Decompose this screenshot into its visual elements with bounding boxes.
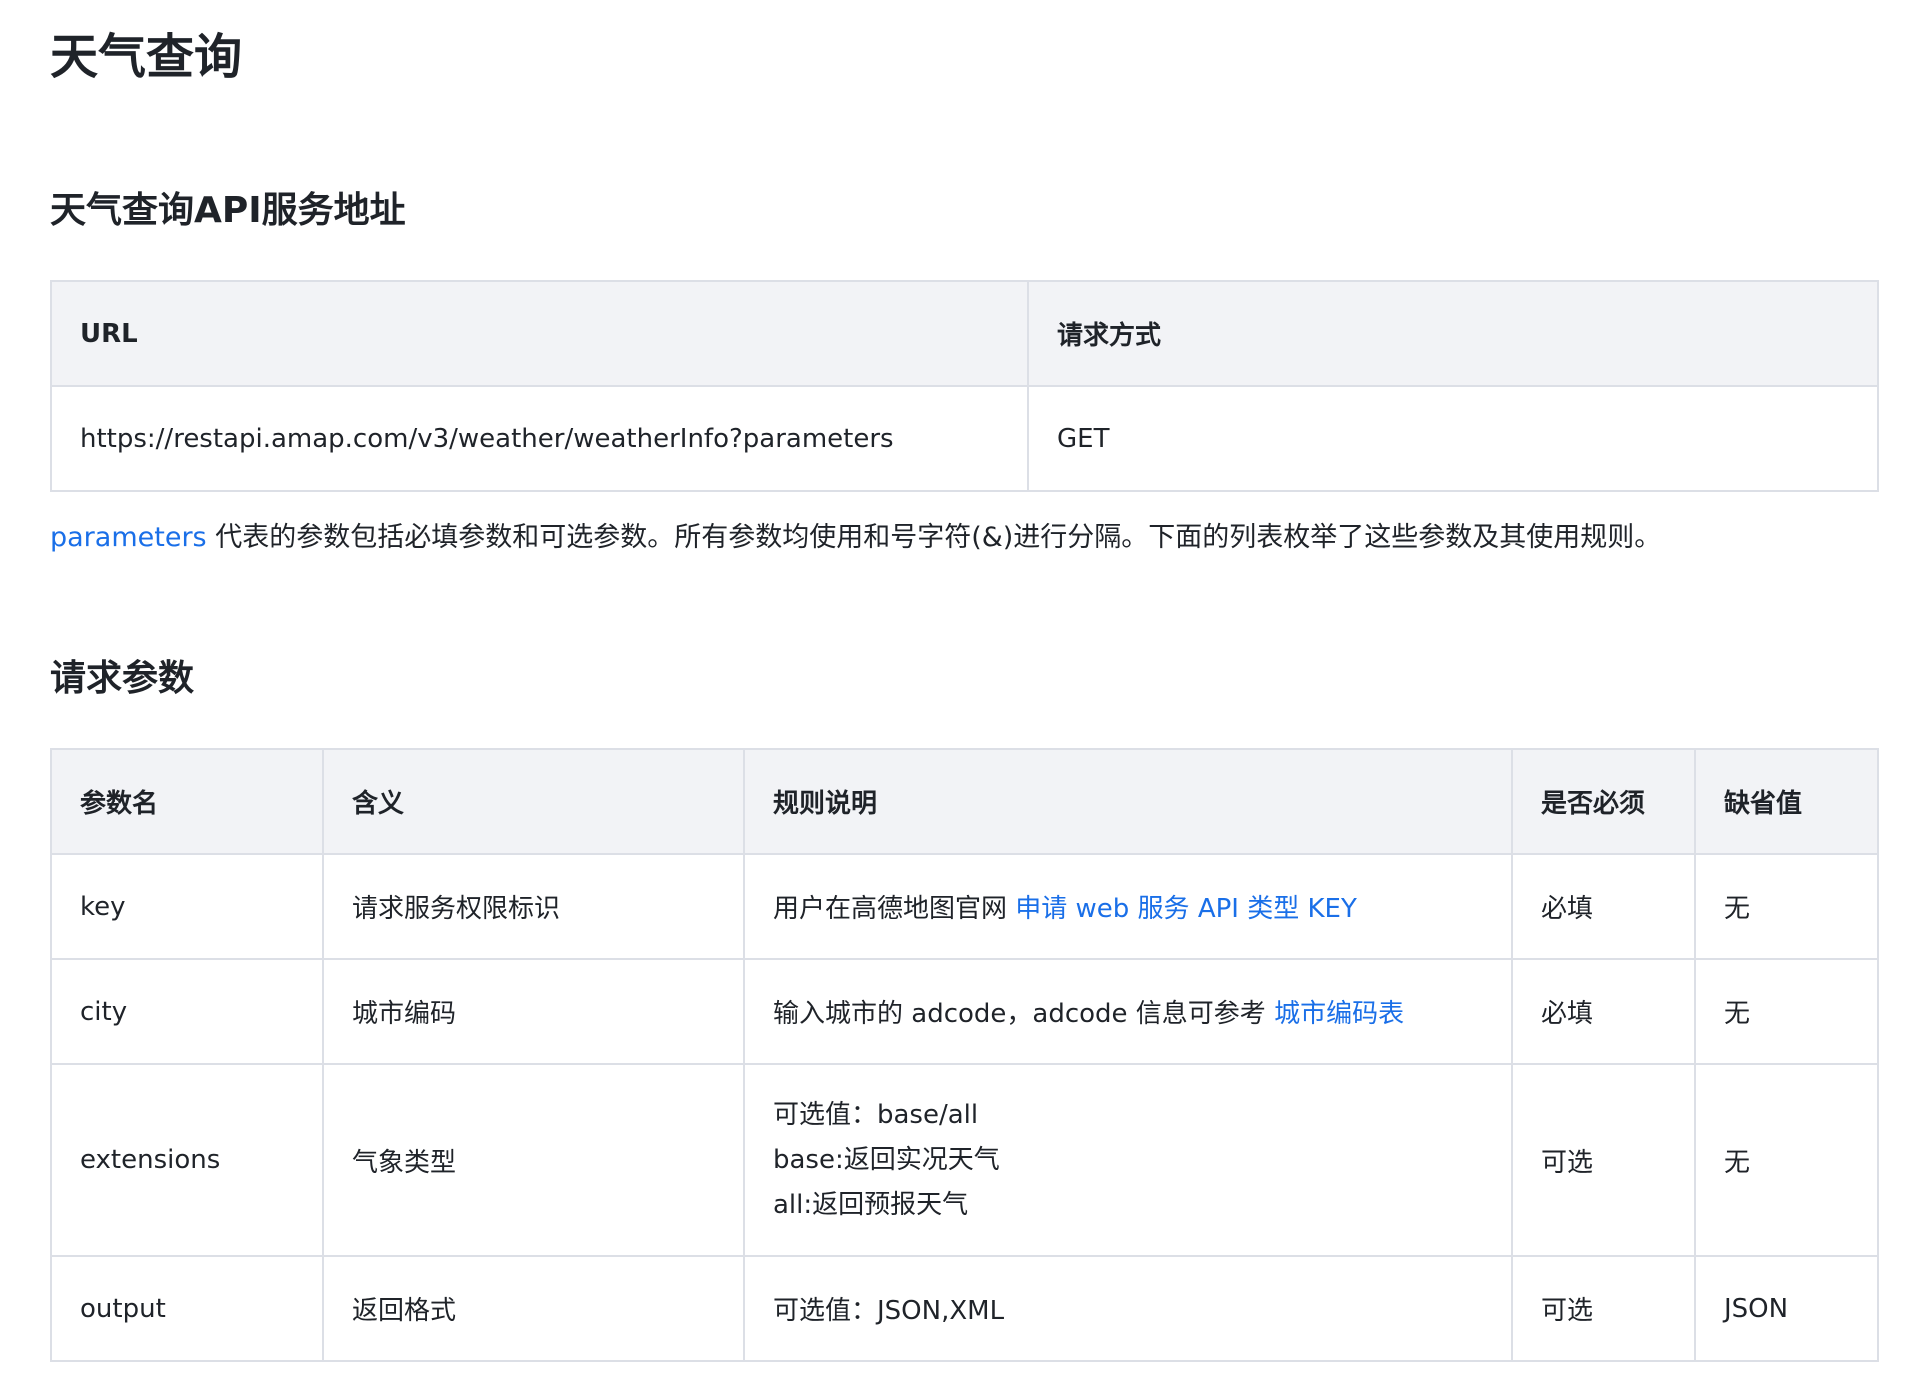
rule-line: base:返回实况天气 <box>773 1144 1000 1175</box>
table-header-row: URL 请求方式 <box>50 280 1879 387</box>
rule-line: 可选值：base/all <box>773 1099 979 1130</box>
rule-text: 输入城市的 adcode，adcode 信息可参考 <box>773 999 1275 1029</box>
param-name-cell: extensions <box>50 1063 324 1257</box>
table-header-row: 参数名 含义 规则说明 是否必须 缺省值 <box>50 748 1879 855</box>
description-text: 代表的参数包括必填参数和可选参数。所有参数均使用和号字符(&)进行分隔。下面的列… <box>206 522 1662 553</box>
column-header-method: 请求方式 <box>1027 280 1879 387</box>
param-meaning-cell: 气象类型 <box>322 1063 745 1257</box>
table-row: extensions 气象类型 可选值：base/all base:返回实况天气… <box>50 1063 1879 1257</box>
parameters-description: parameters 代表的参数包括必填参数和可选参数。所有参数均使用和号字符(… <box>50 518 1872 558</box>
url-section-heading: 天气查询API服务地址 <box>50 190 406 231</box>
column-header-meaning: 含义 <box>322 748 745 855</box>
page-title: 天气查询 <box>50 29 243 85</box>
param-meaning-cell: 返回格式 <box>322 1255 745 1362</box>
document-page: 天气查询 天气查询API服务地址 URL 请求方式 https://restap… <box>0 0 1922 1362</box>
param-name-cell: output <box>50 1255 324 1362</box>
params-section-heading: 请求参数 <box>50 658 195 699</box>
param-required-cell: 可选 <box>1511 1255 1696 1362</box>
table-row: output 返回格式 可选值：JSON,XML 可选 JSON <box>50 1255 1879 1362</box>
params-table: 参数名 含义 规则说明 是否必须 缺省值 key 请求服务权限标识 用户在高德地… <box>50 748 1879 1362</box>
param-default-cell: JSON <box>1694 1255 1879 1362</box>
table-row: city 城市编码 输入城市的 adcode，adcode 信息可参考 城市编码… <box>50 958 1879 1065</box>
column-header-required: 是否必须 <box>1511 748 1696 855</box>
column-header-default: 缺省值 <box>1694 748 1879 855</box>
param-name-cell: key <box>50 853 324 960</box>
apply-key-link[interactable]: 申请 web 服务 API 类型 KEY <box>1015 894 1357 924</box>
column-header-url: URL <box>50 280 1029 387</box>
param-meaning-cell: 请求服务权限标识 <box>322 853 745 960</box>
table-row: key 请求服务权限标识 用户在高德地图官网 申请 web 服务 API 类型 … <box>50 853 1879 960</box>
table-row: https://restapi.amap.com/v3/weather/weat… <box>50 385 1879 492</box>
param-meaning-cell: 城市编码 <box>322 958 745 1065</box>
param-default-cell: 无 <box>1694 1063 1879 1257</box>
param-required-cell: 可选 <box>1511 1063 1696 1257</box>
column-header-param-name: 参数名 <box>50 748 324 855</box>
rule-line: all:返回预报天气 <box>773 1189 969 1220</box>
url-table: URL 请求方式 https://restapi.amap.com/v3/wea… <box>50 280 1879 492</box>
param-required-cell: 必填 <box>1511 958 1696 1065</box>
column-header-rule: 规则说明 <box>743 748 1513 855</box>
param-rule-cell: 可选值：base/all base:返回实况天气 all:返回预报天气 <box>743 1063 1513 1257</box>
rule-text: 用户在高德地图官网 <box>773 894 1016 924</box>
param-rule-cell: 可选值：JSON,XML <box>743 1255 1513 1362</box>
param-default-cell: 无 <box>1694 853 1879 960</box>
method-cell: GET <box>1027 385 1879 492</box>
parameters-link[interactable]: parameters <box>50 522 207 553</box>
city-code-table-link[interactable]: 城市编码表 <box>1274 999 1404 1029</box>
param-rule-cell: 输入城市的 adcode，adcode 信息可参考 城市编码表 <box>743 958 1513 1065</box>
param-rule-cell: 用户在高德地图官网 申请 web 服务 API 类型 KEY <box>743 853 1513 960</box>
param-default-cell: 无 <box>1694 958 1879 1065</box>
url-cell: https://restapi.amap.com/v3/weather/weat… <box>50 385 1029 492</box>
param-required-cell: 必填 <box>1511 853 1696 960</box>
param-name-cell: city <box>50 958 324 1065</box>
